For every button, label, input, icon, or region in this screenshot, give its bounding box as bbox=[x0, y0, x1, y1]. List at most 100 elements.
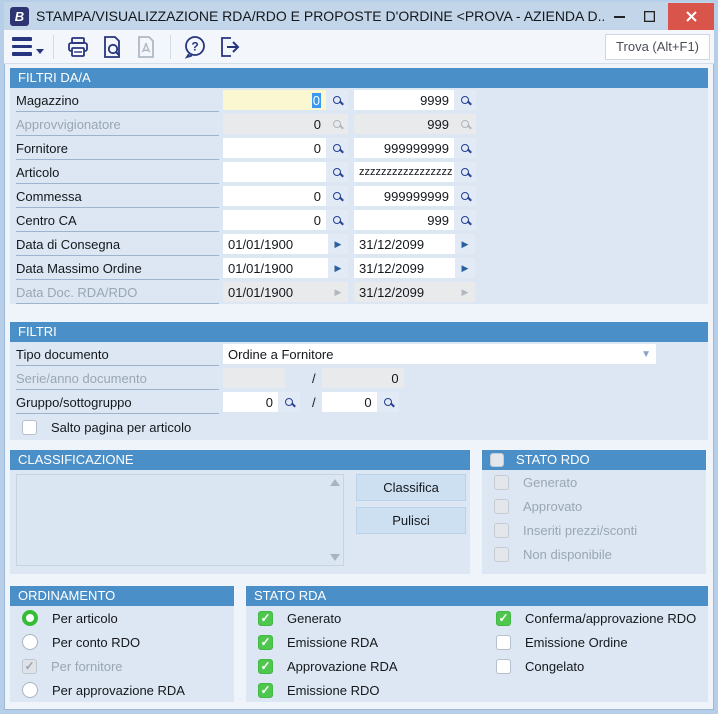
pdf-export-button bbox=[131, 33, 161, 61]
approvvigionatore-label: Approvvigionatore bbox=[16, 113, 219, 136]
centro-ca-to-lookup-button[interactable] bbox=[454, 210, 476, 230]
serie-anno-label: Serie/anno documento bbox=[16, 367, 219, 390]
ordinamento-item: Per articolo bbox=[10, 606, 234, 630]
stato-rda-item: Emissione RDO bbox=[246, 678, 484, 702]
per-approvazione-rda-radio[interactable] bbox=[22, 682, 38, 698]
data-consegna-to-input[interactable]: 31/12/2099 bbox=[354, 234, 455, 254]
radio-label: Per articolo bbox=[52, 610, 118, 626]
filter-row-data-consegna: Data di Consegna 01/01/1900 ▶ 31/12/2099… bbox=[10, 232, 708, 256]
checkbox-label: Generato bbox=[287, 610, 342, 626]
filter-row-centro-ca: Centro CA 0 999 bbox=[10, 208, 708, 232]
ordinamento-item: Per fornitore bbox=[10, 654, 234, 678]
generato-rda-checkbox[interactable] bbox=[258, 610, 273, 626]
gruppo-input[interactable]: 0 bbox=[223, 392, 278, 412]
centro-ca-from-input[interactable]: 0 bbox=[223, 210, 326, 230]
data-consegna-from-input[interactable]: 01/01/1900 bbox=[223, 234, 328, 254]
exit-button[interactable] bbox=[214, 33, 244, 61]
data-massimo-ordine-from-calendar-button[interactable]: ▶ bbox=[328, 258, 348, 278]
approvvigionatore-to-input: 999 bbox=[354, 114, 454, 134]
exit-icon bbox=[221, 36, 240, 57]
ordinamento-item: Per approvazione RDA bbox=[10, 678, 234, 702]
gruppo-lookup-button[interactable] bbox=[278, 392, 300, 412]
minimize-button[interactable] bbox=[604, 3, 634, 29]
data-massimo-ordine-from-input[interactable]: 01/01/1900 bbox=[223, 258, 328, 278]
app-window: B STAMPA/VISUALIZZAZIONE RDA/RDO E PROPO… bbox=[0, 0, 718, 714]
tipo-documento-label: Tipo documento bbox=[16, 343, 219, 366]
sottogruppo-lookup-button[interactable] bbox=[376, 392, 399, 412]
serie-input bbox=[223, 368, 285, 388]
listbox-scrollbar[interactable] bbox=[327, 475, 343, 565]
fornitore-from-lookup-button[interactable] bbox=[326, 138, 348, 158]
magazzino-to-input[interactable]: 9999 bbox=[354, 90, 454, 110]
magazzino-from-lookup-button[interactable] bbox=[326, 90, 348, 110]
toolbar: ? Trova (Alt+F1) bbox=[4, 30, 714, 64]
articolo-from-input[interactable] bbox=[223, 162, 326, 182]
data-massimo-ordine-to-calendar-button[interactable]: ▶ bbox=[455, 258, 475, 278]
magnifier-icon bbox=[333, 192, 341, 200]
classificazione-listbox[interactable] bbox=[16, 474, 344, 566]
right-arrow-icon: ▶ bbox=[334, 286, 342, 297]
chevron-down-icon bbox=[36, 49, 44, 54]
inseriti-prezzi-checkbox bbox=[494, 522, 509, 538]
approvazione-rda-checkbox[interactable] bbox=[258, 658, 273, 674]
commessa-to-lookup-button[interactable] bbox=[454, 186, 476, 206]
magnifier-icon bbox=[333, 96, 341, 104]
checkbox-label: Congelato bbox=[525, 658, 585, 674]
checkbox-label: Conferma/approvazione RDO bbox=[525, 610, 697, 626]
magazzino-from-input[interactable]: 0 bbox=[223, 90, 326, 110]
stato-rdo-item: Non disponibile bbox=[482, 542, 706, 566]
emissione-rda-checkbox[interactable] bbox=[258, 634, 273, 650]
sottogruppo-input[interactable]: 0 bbox=[321, 392, 377, 412]
per-articolo-radio[interactable] bbox=[22, 610, 38, 626]
data-consegna-to-calendar-button[interactable]: ▶ bbox=[455, 234, 475, 254]
salto-pagina-checkbox[interactable] bbox=[22, 419, 37, 435]
maximize-icon bbox=[643, 10, 655, 22]
per-fornitore-checkbox bbox=[22, 658, 37, 674]
magnifier-icon bbox=[333, 216, 341, 224]
commessa-from-input[interactable]: 0 bbox=[223, 186, 326, 206]
congelato-checkbox[interactable] bbox=[496, 658, 511, 674]
articolo-to-input[interactable]: zzzzzzzzzzzzzzzzz bbox=[354, 162, 454, 182]
data-consegna-from-calendar-button[interactable]: ▶ bbox=[328, 234, 348, 254]
fornitore-label: Fornitore bbox=[16, 137, 219, 160]
magazzino-to-lookup-button[interactable] bbox=[454, 90, 476, 110]
print-button[interactable] bbox=[63, 33, 93, 61]
pulisci-button[interactable]: Pulisci bbox=[356, 507, 466, 534]
emissione-ordine-checkbox[interactable] bbox=[496, 634, 511, 650]
stato-rda-item: Emissione Ordine bbox=[484, 630, 696, 654]
section-stato-rda: STATO RDA Generato Emissione RDA bbox=[246, 586, 708, 702]
print-preview-button[interactable] bbox=[97, 33, 127, 61]
form-content: FILTRI DA/A Magazzino 0 9999 Approvvigio… bbox=[4, 64, 714, 702]
maximize-button[interactable] bbox=[634, 3, 664, 29]
commessa-from-lookup-button[interactable] bbox=[326, 186, 348, 206]
fornitore-from-input[interactable]: 0 bbox=[223, 138, 326, 158]
close-button[interactable] bbox=[668, 2, 714, 30]
help-button[interactable]: ? bbox=[180, 33, 210, 61]
stato-rdo-item: Approvato bbox=[482, 494, 706, 518]
articolo-to-lookup-button[interactable] bbox=[454, 162, 476, 182]
commessa-to-input[interactable]: 999999999 bbox=[354, 186, 454, 206]
centro-ca-from-lookup-button[interactable] bbox=[326, 210, 348, 230]
tipo-documento-select[interactable]: Ordine a Fornitore ▼ bbox=[223, 344, 656, 364]
emissione-rdo-checkbox[interactable] bbox=[258, 682, 273, 698]
conferma-approvazione-rdo-checkbox[interactable] bbox=[496, 610, 511, 626]
magnifier-icon bbox=[461, 144, 469, 152]
classifica-button[interactable]: Classifica bbox=[356, 474, 466, 501]
checkbox-label: Approvazione RDA bbox=[287, 658, 398, 674]
commessa-label: Commessa bbox=[16, 185, 219, 208]
fornitore-to-input[interactable]: 999999999 bbox=[354, 138, 454, 158]
menu-button[interactable] bbox=[12, 37, 44, 56]
stato-rdo-all-checkbox bbox=[490, 453, 504, 467]
centro-ca-to-input[interactable]: 999 bbox=[354, 210, 454, 230]
find-shortcut-box[interactable]: Trova (Alt+F1) bbox=[605, 33, 710, 60]
per-conto-rdo-radio[interactable] bbox=[22, 634, 38, 650]
data-consegna-label: Data di Consegna bbox=[16, 233, 219, 256]
articolo-from-lookup-button[interactable] bbox=[326, 162, 348, 182]
magnifier-icon bbox=[383, 398, 392, 406]
magnifier-icon bbox=[333, 120, 341, 128]
fornitore-to-lookup-button[interactable] bbox=[454, 138, 476, 158]
checkbox-label: Generato bbox=[523, 474, 578, 490]
filter-row-tipo-documento: Tipo documento Ordine a Fornitore ▼ bbox=[10, 342, 708, 366]
data-massimo-ordine-to-input[interactable]: 31/12/2099 bbox=[354, 258, 455, 278]
checkbox-label: Approvato bbox=[523, 498, 583, 514]
